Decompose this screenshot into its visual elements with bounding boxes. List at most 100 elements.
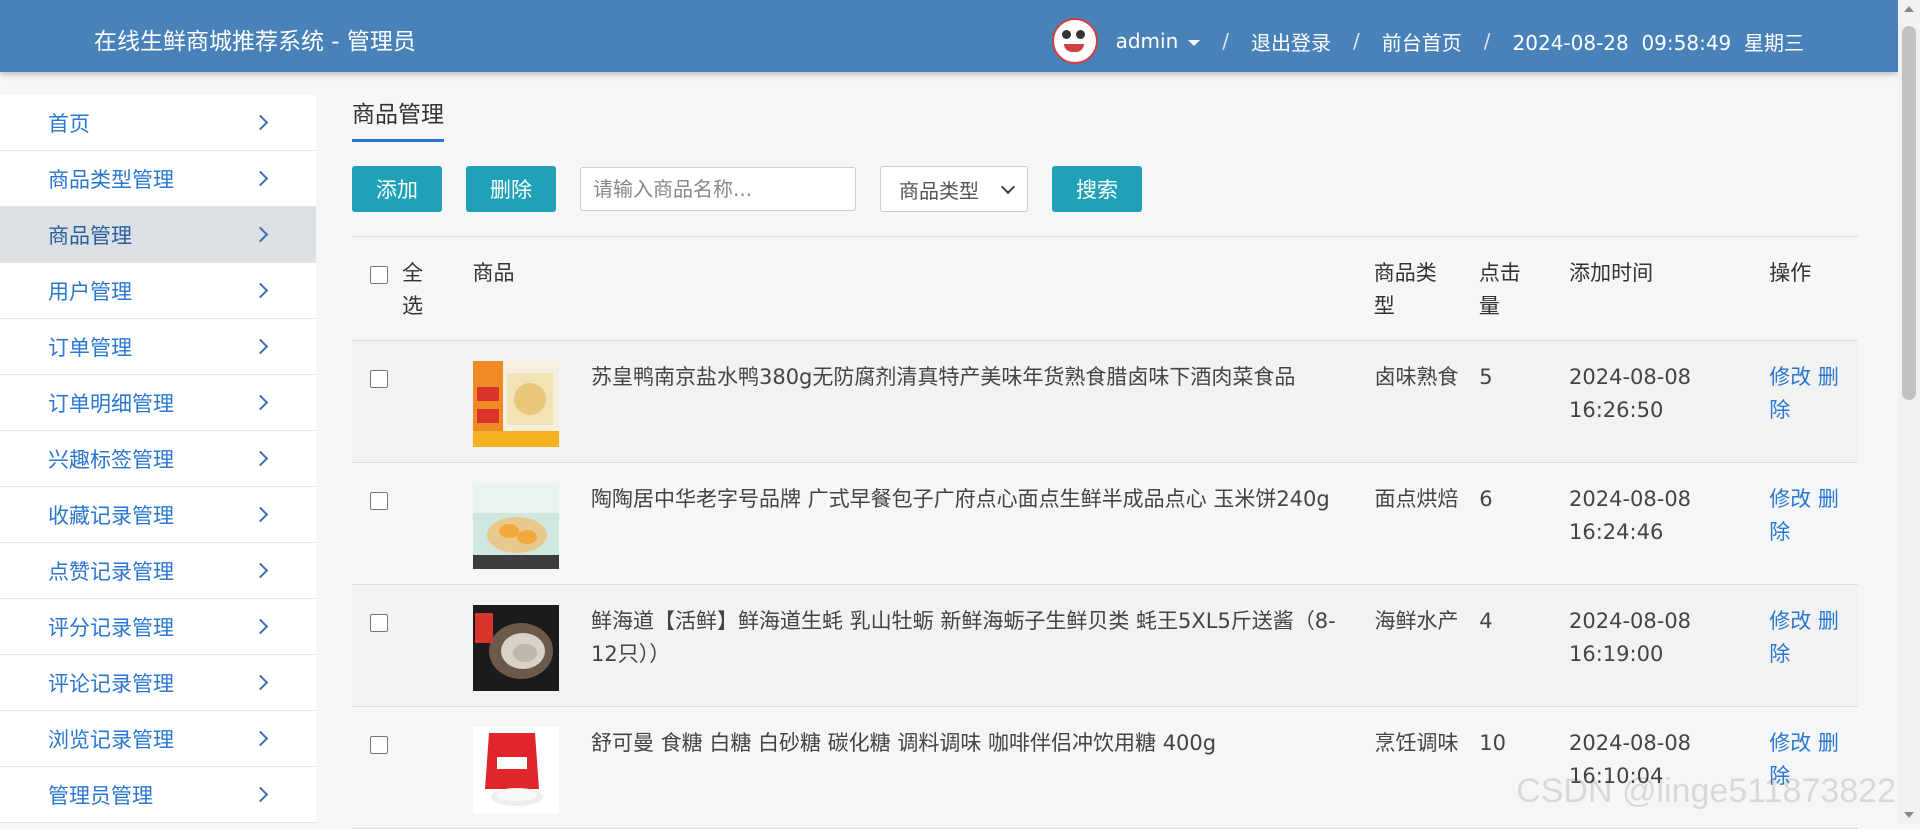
added-clock: 16:26:50 — [1569, 398, 1664, 422]
chevron-right-icon — [252, 114, 269, 131]
page-title: 商品管理 — [352, 95, 444, 142]
chevron-right-icon — [252, 226, 269, 243]
chevron-right-icon — [252, 674, 269, 691]
product-clicks: 5 — [1479, 365, 1493, 389]
vertical-scrollbar[interactable] — [1898, 0, 1920, 824]
add-button[interactable]: 添加 — [352, 166, 442, 212]
product-added-time: 2024-08-08 16:19:00 — [1569, 585, 1769, 706]
row-select-cell — [352, 341, 473, 462]
added-date: 2024-08-08 — [1569, 731, 1692, 755]
main-content: 商品管理 添加 删除 商品类型 搜索 全选 商品 商品类型 点击量 添加时间 操… — [352, 95, 1858, 829]
product-image-duck — [472, 361, 559, 447]
table-row: 苏皇鸭南京盐水鸭380g无防腐剂清真特产美味年货熟食腊卤味下酒肉菜食品 卤味熟食… — [352, 341, 1858, 463]
row-checkbox[interactable] — [370, 736, 388, 754]
sidebar-item-label: 兴趣标签管理 — [48, 447, 174, 472]
sidebar-item-label: 首页 — [48, 111, 90, 136]
chevron-right-icon — [252, 282, 269, 299]
row-checkbox[interactable] — [370, 492, 388, 510]
sidebar-item-label: 订单明细管理 — [48, 391, 174, 416]
chevron-right-icon — [252, 450, 269, 467]
edit-link[interactable]: 修改 — [1769, 609, 1811, 633]
sidebar-item-label: 评论记录管理 — [48, 671, 174, 696]
row-select-cell — [352, 585, 473, 706]
column-header-type: 商品类型 — [1373, 261, 1437, 318]
top-header: 在线生鲜商城推荐系统 - 管理员 admin / 退出登录 / 前台首页 / 2… — [0, 0, 1898, 72]
datetime: 2024-08-28 09:58:49 星期三 — [1512, 30, 1804, 55]
added-clock: 16:24:46 — [1569, 520, 1664, 544]
chevron-right-icon — [252, 338, 269, 355]
product-image-cell — [472, 585, 591, 706]
column-header-time: 添加时间 — [1569, 261, 1654, 285]
sidebar-item-label: 用户管理 — [48, 279, 132, 304]
scroll-down-icon[interactable] — [1904, 812, 1914, 818]
user-dropdown[interactable]: admin — [1116, 29, 1201, 53]
edit-link[interactable]: 修改 — [1769, 731, 1811, 755]
search-input[interactable] — [580, 167, 856, 211]
chevron-right-icon — [252, 730, 269, 747]
logout-link[interactable]: 退出登录 — [1251, 27, 1331, 56]
sidebar-item-comments[interactable]: 评论记录管理 — [0, 655, 316, 711]
column-header-clicks: 点击量 — [1478, 261, 1521, 318]
sidebar-item-label: 评分记录管理 — [48, 615, 174, 640]
chevron-right-icon — [252, 562, 269, 579]
sidebar-item-users[interactable]: 用户管理 — [0, 263, 316, 319]
added-date: 2024-08-08 — [1569, 365, 1692, 389]
product-name: 苏皇鸭南京盐水鸭380g无防腐剂清真特产美味年货熟食腊卤味下酒肉菜食品 — [590, 365, 1296, 389]
sidebar-item-label: 浏览记录管理 — [48, 727, 174, 752]
product-type-select[interactable]: 商品类型 — [880, 166, 1028, 212]
sidebar-item-order-details[interactable]: 订单明细管理 — [0, 375, 316, 431]
search-button[interactable]: 搜索 — [1052, 166, 1142, 212]
frontend-home-link[interactable]: 前台首页 — [1382, 27, 1462, 56]
product-clicks: 6 — [1479, 487, 1493, 511]
row-actions: 修改 删除 — [1769, 463, 1858, 584]
column-header-ops: 操作 — [1769, 261, 1812, 285]
row-select-cell — [352, 707, 473, 828]
sidebar-item-browsing[interactable]: 浏览记录管理 — [0, 711, 316, 767]
chevron-right-icon — [252, 786, 269, 803]
product-added-time: 2024-08-08 16:26:50 — [1569, 341, 1769, 462]
select-all-cell: 全选 — [352, 237, 473, 340]
sidebar-item-favorites[interactable]: 收藏记录管理 — [0, 487, 316, 543]
separator: / — [1222, 29, 1230, 53]
app-title: 在线生鲜商城推荐系统 - 管理员 — [94, 29, 416, 55]
product-added-time: 2024-08-08 16:24:46 — [1569, 463, 1769, 584]
edit-link[interactable]: 修改 — [1769, 365, 1811, 389]
edit-link[interactable]: 修改 — [1769, 487, 1811, 511]
row-checkbox[interactable] — [370, 370, 388, 388]
table-row: 鲜海道【活鲜】鲜海道生蚝 乳山牡蛎 新鲜海蛎子生鲜贝类 蚝王5XL5斤送酱（8-… — [352, 585, 1858, 707]
sidebar-item-orders[interactable]: 订单管理 — [0, 319, 316, 375]
product-image-cell — [472, 463, 591, 584]
sidebar-item-interest-tags[interactable]: 兴趣标签管理 — [0, 431, 316, 487]
sidebar-item-admins[interactable]: 管理员管理 — [0, 767, 316, 823]
sidebar-item-product-types[interactable]: 商品类型管理 — [0, 151, 316, 207]
row-checkbox[interactable] — [370, 614, 388, 632]
avatar[interactable] — [1051, 18, 1098, 64]
sidebar-item-products[interactable]: 商品管理 — [0, 207, 316, 263]
sidebar: 首页 商品类型管理 商品管理 用户管理 订单管理 订单明细管理 兴趣标签管理 收… — [0, 95, 316, 823]
chevron-right-icon — [252, 506, 269, 523]
sidebar-item-ratings[interactable]: 评分记录管理 — [0, 599, 316, 655]
product-name: 舒可曼 食糖 白糖 白砂糖 碳化糖 调料调味 咖啡伴侣冲饮用糖 400g — [590, 731, 1217, 755]
column-header-product: 商品 — [472, 261, 515, 285]
product-clicks: 4 — [1479, 609, 1493, 633]
row-actions: 修改 删除 — [1769, 585, 1858, 706]
product-image-cell — [472, 341, 591, 462]
product-image-oyster — [472, 605, 559, 691]
sidebar-item-label: 订单管理 — [48, 335, 132, 360]
watermark: CSDN @linge511873822 — [1516, 772, 1896, 810]
sidebar-item-label: 收藏记录管理 — [48, 503, 174, 528]
select-all-checkbox[interactable] — [370, 266, 388, 284]
sidebar-item-home[interactable]: 首页 — [0, 95, 316, 151]
product-name: 鲜海道【活鲜】鲜海道生蚝 乳山牡蛎 新鲜海蛎子生鲜贝类 蚝王5XL5斤送酱（8-… — [590, 609, 1336, 666]
product-name: 陶陶居中华老字号品牌 广式早餐包子广府点心面点生鲜半成品点心 玉米饼240g — [590, 487, 1330, 511]
separator: / — [1483, 29, 1491, 53]
scroll-up-icon[interactable] — [1904, 6, 1914, 12]
sidebar-item-likes[interactable]: 点赞记录管理 — [0, 543, 316, 599]
product-image-sugar — [472, 727, 559, 813]
delete-button[interactable]: 删除 — [466, 166, 556, 212]
product-table: 全选 商品 商品类型 点击量 添加时间 操作 苏皇鸭南京盐水鸭380g无防腐剂清… — [352, 236, 1858, 829]
product-type: 面点烘焙 — [1374, 487, 1459, 511]
product-image-corn-cake — [472, 483, 559, 569]
toolbar: 添加 删除 商品类型 搜索 — [352, 166, 1858, 212]
scrollbar-thumb[interactable] — [1902, 26, 1916, 400]
